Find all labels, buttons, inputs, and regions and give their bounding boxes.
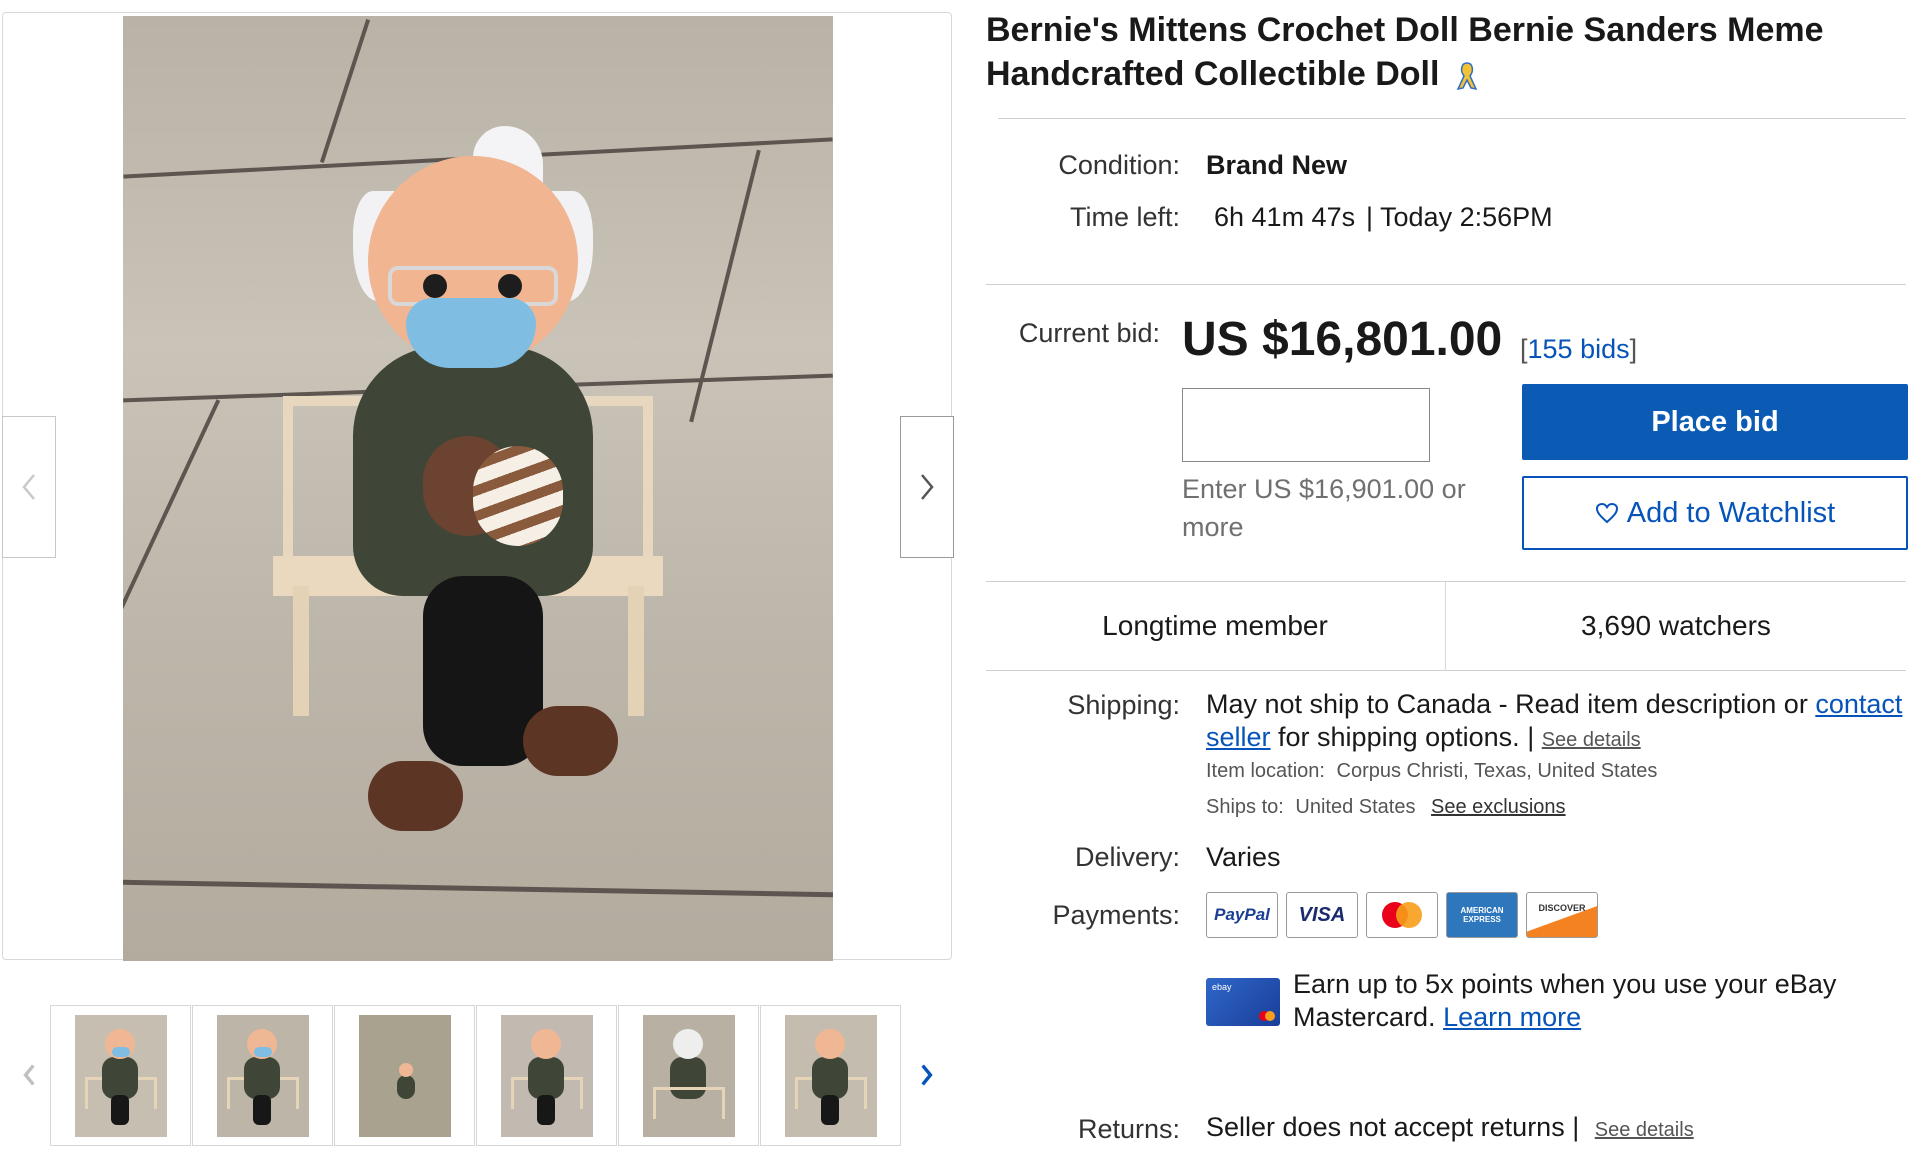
shipping-see-details-link[interactable]: See details bbox=[1542, 729, 1641, 751]
watchers-count: 3,690 watchers bbox=[1581, 610, 1771, 641]
visa-logo: VISA bbox=[1286, 892, 1358, 938]
card-chip-icon bbox=[1259, 1011, 1275, 1021]
add-to-watchlist-button[interactable]: Add to Watchlist bbox=[1522, 476, 1908, 550]
thumbnail-strip bbox=[0, 1005, 960, 1150]
see-exclusions-link[interactable]: See exclusions bbox=[1431, 796, 1566, 818]
delivery-label: Delivery: bbox=[1074, 842, 1180, 872]
heart-icon bbox=[1595, 502, 1618, 524]
item-title: Bernie's Mittens Crochet Doll Bernie San… bbox=[986, 8, 1906, 96]
current-bid-price: US $16,801.00 bbox=[1182, 313, 1503, 366]
thumbnail-4[interactable] bbox=[476, 1005, 617, 1146]
discover-logo-text: DISCOVER bbox=[1538, 903, 1586, 913]
returns-policy: Seller does not accept returns | See det… bbox=[1206, 1112, 1694, 1143]
main-product-image[interactable] bbox=[123, 16, 833, 961]
condition-label: Condition: bbox=[1058, 150, 1180, 180]
ebay-mastercard-image: ebay bbox=[1206, 978, 1280, 1026]
bid-count-close: ] bbox=[1629, 334, 1638, 364]
amex-logo: AMERICAN EXPRESS bbox=[1446, 892, 1518, 938]
item-location: Item location: Corpus Christi, Texas, Un… bbox=[1206, 760, 1657, 783]
mastercard-logo bbox=[1366, 892, 1438, 938]
ships-to-value: United States bbox=[1295, 796, 1416, 818]
mastercard-circles-icon bbox=[1382, 902, 1422, 928]
returns-label: Returns: bbox=[1077, 1114, 1180, 1144]
item-title-text: Bernie's Mittens Crochet Doll Bernie San… bbox=[986, 11, 1824, 93]
paypal-logo: PayPal bbox=[1206, 892, 1278, 938]
shipping-label: Shipping: bbox=[1067, 690, 1180, 720]
main-image-frame bbox=[2, 12, 952, 961]
thumbnail-2[interactable] bbox=[192, 1005, 333, 1146]
previous-image-button[interactable] bbox=[2, 416, 56, 558]
visa-logo-text: VISA bbox=[1298, 903, 1346, 926]
current-bid-label: Current bid: bbox=[1018, 318, 1160, 348]
amex-logo-text: AMERICAN EXPRESS bbox=[1460, 906, 1504, 924]
chevron-right-icon bbox=[921, 1064, 933, 1086]
seller-member-badge: Longtime member bbox=[1102, 610, 1328, 641]
delivery-value: Varies bbox=[1206, 842, 1281, 872]
condition-value: Brand New bbox=[1206, 150, 1348, 180]
payments-label: Payments: bbox=[1052, 900, 1180, 930]
next-image-button[interactable] bbox=[900, 416, 954, 558]
item-location-label: Item location: bbox=[1206, 760, 1325, 782]
stats-divider bbox=[986, 670, 1906, 671]
awareness-ribbon-icon bbox=[1456, 62, 1478, 91]
bid-hint: Enter US $16,901.00 or more bbox=[1182, 474, 1466, 542]
title-divider bbox=[998, 118, 1906, 119]
place-bid-button[interactable]: Place bid bbox=[1522, 384, 1908, 460]
thumbnail-6[interactable] bbox=[760, 1005, 901, 1146]
time-left-value: 6h 41m 47s bbox=[1214, 202, 1356, 232]
chevron-left-icon bbox=[23, 1064, 35, 1086]
learn-more-link[interactable]: Learn more bbox=[1443, 1002, 1581, 1032]
bid-count-open: [ bbox=[1520, 334, 1528, 364]
paypal-logo-text: PayPal bbox=[1214, 905, 1270, 924]
mastercard-promo: Earn up to 5x points when you use your e… bbox=[1293, 968, 1913, 1034]
shipping-description: May not ship to Canada - Read item descr… bbox=[1206, 688, 1906, 757]
returns-see-details-link[interactable]: See details bbox=[1595, 1119, 1694, 1141]
thumbnail-3[interactable] bbox=[334, 1005, 475, 1146]
thumbnail-1[interactable] bbox=[50, 1005, 191, 1146]
thumbnail-prev-button[interactable] bbox=[14, 1053, 44, 1097]
ebay-card-text: ebay bbox=[1212, 982, 1232, 992]
time-left-label: Time left: bbox=[1069, 202, 1180, 232]
item-location-value: Corpus Christi, Texas, United States bbox=[1336, 760, 1658, 782]
shipping-text-before: May not ship to Canada - Read item descr… bbox=[1206, 689, 1816, 719]
shipping-text-after: for shipping options. | bbox=[1270, 722, 1542, 752]
thumbnail-5[interactable] bbox=[618, 1005, 759, 1146]
end-time: | Today 2:56PM bbox=[1366, 202, 1553, 232]
add-to-watchlist-label: Add to Watchlist bbox=[1626, 496, 1836, 529]
returns-value: Seller does not accept returns | bbox=[1206, 1112, 1580, 1142]
bid-history-link[interactable]: 155 bids bbox=[1528, 334, 1630, 364]
time-divider bbox=[986, 284, 1906, 285]
thumbnail-next-button[interactable] bbox=[912, 1053, 942, 1097]
bid-count: [155 bids] bbox=[1520, 334, 1637, 365]
bid-amount-input[interactable] bbox=[1182, 388, 1430, 462]
ships-to: Ships to: United States See exclusions bbox=[1206, 796, 1566, 819]
discover-logo: DISCOVER bbox=[1526, 892, 1598, 938]
chevron-left-icon bbox=[22, 474, 35, 500]
chevron-right-icon bbox=[921, 474, 934, 500]
ships-to-label: Ships to: bbox=[1206, 796, 1284, 818]
